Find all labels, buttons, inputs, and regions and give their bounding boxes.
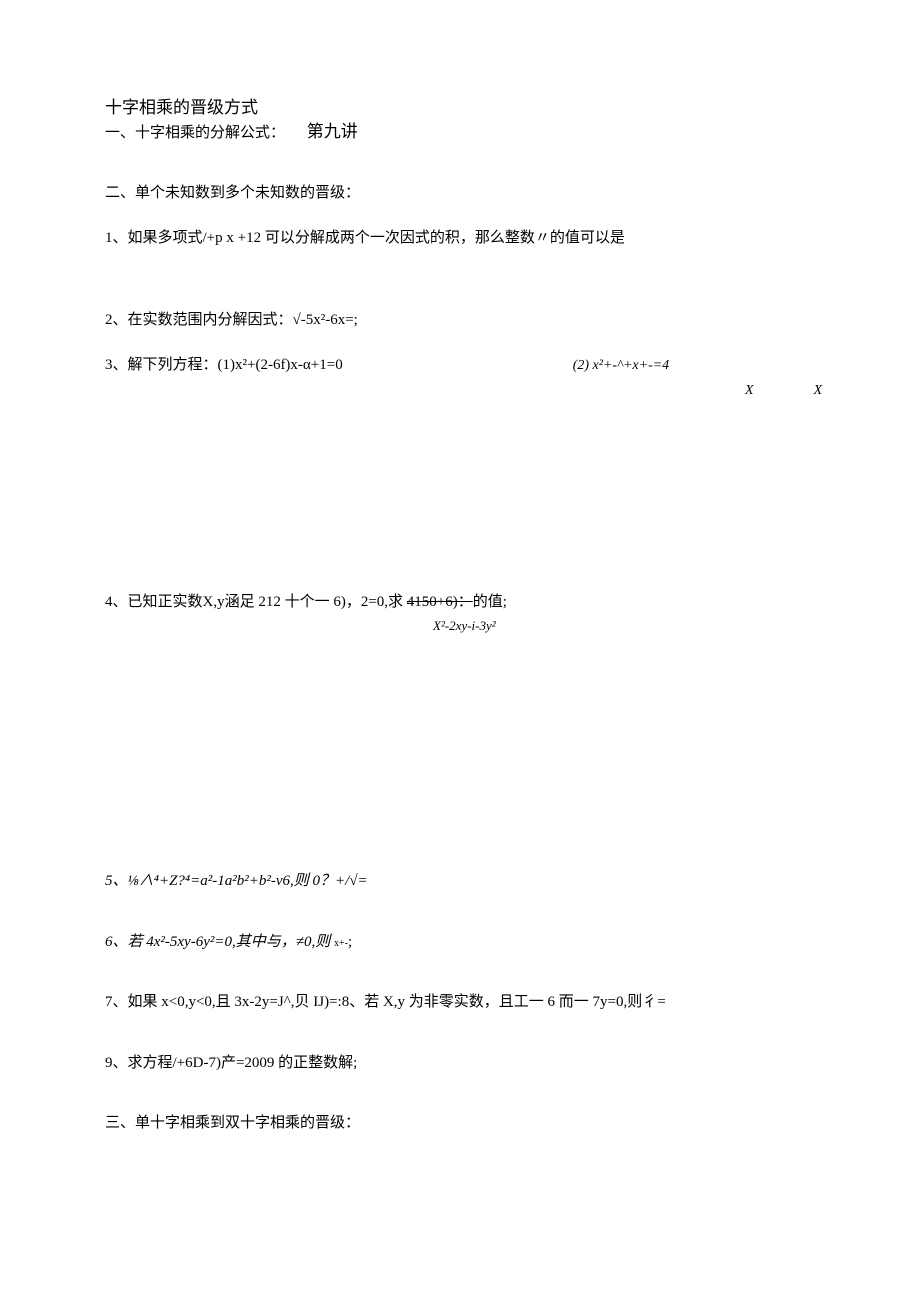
question-4-strike: 4150+6)： — [407, 594, 473, 610]
question-5: 5、⅛∧⁴+Z?⁴=a²-1a²b²+b²-v6,则 0？+/√= — [105, 870, 815, 893]
question-3-sub-x2: X — [814, 380, 823, 401]
question-1: 1、如果多项式/+p x +12 可以分解成两个一次因式的积，那么整数〃的值可以… — [105, 227, 815, 250]
section-1-line: 一、十字相乘的分解公式： 第九讲 — [105, 119, 815, 145]
header: 十字相乘的晋级方式 一、十字相乘的分解公式： 第九讲 — [105, 95, 815, 144]
question-3-part-1: 3、解下列方程：(1)x²+(2-6f)x-α+1=0 — [105, 354, 343, 377]
question-2: 2、在实数范围内分解因式：√-5x²-6x=; — [105, 309, 815, 332]
question-6-tiny: x+- — [334, 938, 348, 949]
section-1-label: 一、十字相乘的分解公式： — [105, 125, 285, 141]
question-4: 4、已知正实数X,y涵足 212 十个一 6)，2=0,求 4150+6)：的值… — [105, 591, 815, 614]
question-3: 3、解下列方程：(1)x²+(2-6f)x-α+1=0 (2) x²+-^+x+… — [105, 354, 815, 377]
question-6-text-a: 6、若 4x²-5xy-6y²=0,其中与，≠0,则 — [105, 934, 330, 950]
lecture-label: 第九讲 — [307, 119, 358, 145]
question-3-sub: X X — [105, 380, 815, 401]
question-3-sub-x1: X — [745, 380, 754, 401]
question-4-sub: X²-2xy-i-3y² — [433, 616, 815, 636]
question-4-text-a: 4、已知正实数X,y涵足 212 十个一 6)，2=0,求 — [105, 594, 407, 610]
question-4-text-b: 的值; — [473, 594, 507, 610]
question-6-text-b: ; — [348, 934, 352, 950]
question-7-8: 7、如果 x<0,y<0,且 3x-2y=J^,贝 IJ)=:8、若 X,y 为… — [105, 991, 815, 1014]
question-9: 9、求方程/+6D-7)产=2009 的正整数解; — [105, 1052, 815, 1075]
main-title: 十字相乘的晋级方式 — [105, 95, 815, 121]
question-3-part-2: (2) x²+-^+x+-=4 — [573, 355, 669, 376]
section-3-heading: 三、单十字相乘到双十字相乘的晋级： — [105, 1112, 815, 1135]
question-6: 6、若 4x²-5xy-6y²=0,其中与，≠0,则 x+-; — [105, 931, 815, 954]
section-2-heading: 二、单个未知数到多个未知数的晋级： — [105, 182, 815, 205]
